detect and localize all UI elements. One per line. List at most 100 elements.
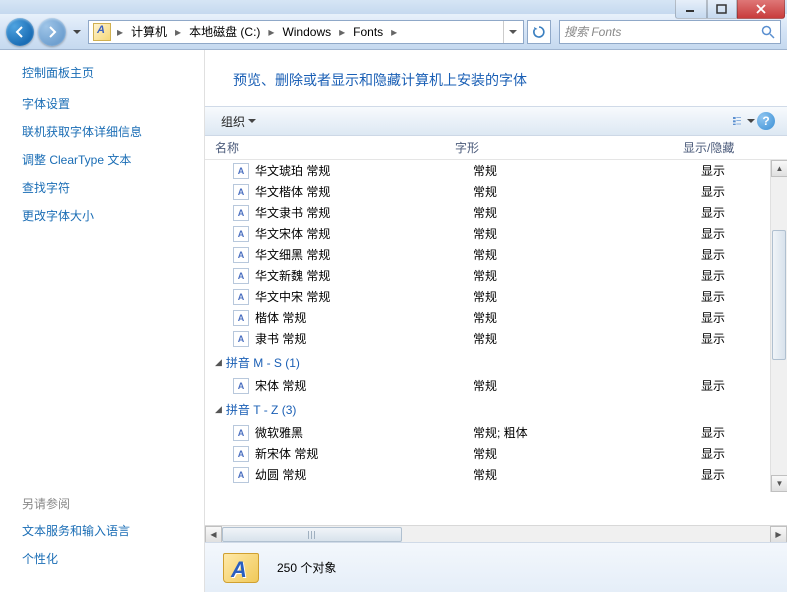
font-style: 常规 (473, 246, 701, 263)
scroll-right-button[interactable]: ▶ (770, 526, 787, 543)
font-style: 常规 (473, 162, 701, 179)
page-heading: 预览、删除或者显示和隐藏计算机上安装的字体 (205, 50, 787, 106)
fonts-folder-icon (93, 23, 111, 41)
navigation-bar: ▸ 计算机 ▸ 本地磁盘 (C:) ▸ Windows ▸ Fonts ▸ 搜索… (0, 14, 787, 50)
sidebar-link[interactable]: 查找字符 (22, 179, 204, 196)
font-style: 常规 (473, 288, 701, 305)
font-name: 隶书 常规 (255, 330, 473, 347)
font-file-icon (233, 378, 249, 394)
scroll-down-button[interactable]: ▼ (771, 475, 787, 492)
scroll-thumb[interactable] (222, 527, 402, 542)
font-style: 常规 (473, 377, 701, 394)
font-file-icon (233, 226, 249, 242)
list-item[interactable]: 华文中宋 常规 常规 显示 (205, 286, 787, 307)
list-item[interactable]: 华文楷体 常规 常规 显示 (205, 181, 787, 202)
font-style: 常规 (473, 204, 701, 221)
minimize-button[interactable] (675, 0, 707, 19)
scroll-thumb[interactable] (772, 230, 786, 360)
column-style[interactable]: 字形 (455, 139, 683, 156)
see-also-label: 另请参阅 (22, 495, 204, 512)
sidebar-link[interactable]: 个性化 (22, 550, 204, 567)
search-icon (760, 24, 776, 40)
font-name: 华文隶书 常规 (255, 204, 473, 221)
scroll-up-button[interactable]: ▲ (771, 160, 787, 177)
fonts-folder-large-icon: A (221, 549, 263, 587)
font-style: 常规 (473, 445, 701, 462)
help-button[interactable]: ? (755, 110, 777, 132)
organize-button[interactable]: 组织 (215, 110, 262, 133)
collapse-icon: ◢ (215, 404, 222, 415)
list-item[interactable]: 华文琥珀 常规 常规 显示 (205, 160, 787, 181)
scroll-left-button[interactable]: ◀ (205, 526, 222, 543)
forward-button[interactable] (38, 18, 66, 46)
group-header[interactable]: ◢拼音 M - S (1) (205, 349, 787, 375)
window-buttons (675, 0, 785, 19)
font-name: 华文宋体 常规 (255, 225, 473, 242)
breadcrumb-drive[interactable]: 本地磁盘 (C:) (183, 21, 266, 43)
list-item[interactable]: 新宋体 常规 常规 显示 (205, 443, 787, 464)
column-name[interactable]: 名称 (215, 139, 455, 156)
main-area: 控制面板主页 字体设置 联机获取字体详细信息 调整 ClearType 文本 查… (0, 50, 787, 592)
title-bar (0, 0, 787, 14)
font-style: 常规 (473, 330, 701, 347)
font-file-icon (233, 268, 249, 284)
chevron-right-icon[interactable]: ▸ (173, 25, 183, 39)
chevron-right-icon[interactable]: ▸ (337, 25, 347, 39)
list-item[interactable]: 华文隶书 常规 常规 显示 (205, 202, 787, 223)
vertical-scrollbar[interactable]: ▲ ▼ (770, 160, 787, 492)
search-placeholder: 搜索 Fonts (564, 23, 760, 40)
font-name: 宋体 常规 (255, 377, 473, 394)
breadcrumb-windows[interactable]: Windows (276, 21, 337, 43)
font-file-icon (233, 205, 249, 221)
font-file-icon (233, 425, 249, 441)
font-file-icon (233, 289, 249, 305)
list-item[interactable]: 微软雅黑 常规; 粗体 显示 (205, 422, 787, 443)
group-header[interactable]: ◢拼音 T - Z (3) (205, 396, 787, 422)
refresh-button[interactable] (527, 20, 551, 44)
close-button[interactable] (737, 0, 785, 19)
list-item[interactable]: 华文细黑 常规 常规 显示 (205, 244, 787, 265)
list-item[interactable]: 幼圆 常规 常规 显示 (205, 464, 787, 485)
sidebar-title[interactable]: 控制面板主页 (22, 64, 204, 81)
search-input[interactable]: 搜索 Fonts (559, 20, 781, 44)
font-name: 微软雅黑 (255, 424, 473, 441)
breadcrumb-fonts[interactable]: Fonts (347, 21, 389, 43)
font-file-icon (233, 331, 249, 347)
font-style: 常规 (473, 225, 701, 242)
address-dropdown[interactable] (503, 21, 521, 43)
chevron-right-icon[interactable]: ▸ (115, 25, 125, 39)
collapse-icon: ◢ (215, 357, 222, 368)
address-bar[interactable]: ▸ 计算机 ▸ 本地磁盘 (C:) ▸ Windows ▸ Fonts ▸ (88, 20, 524, 44)
font-name: 华文中宋 常规 (255, 288, 473, 305)
scroll-track[interactable] (222, 526, 770, 543)
list-item[interactable]: 楷体 常规 常规 显示 (205, 307, 787, 328)
font-style: 常规; 粗体 (473, 424, 701, 441)
content-area: 预览、删除或者显示和隐藏计算机上安装的字体 组织 ? 名称 字形 显示/隐藏 华… (205, 50, 787, 592)
sidebar: 控制面板主页 字体设置 联机获取字体详细信息 调整 ClearType 文本 查… (0, 50, 205, 592)
sidebar-link[interactable]: 调整 ClearType 文本 (22, 151, 204, 168)
list-item[interactable]: 华文新魏 常规 常规 显示 (205, 265, 787, 286)
toolbar: 组织 ? (205, 106, 787, 136)
font-list: 名称 字形 显示/隐藏 华文琥珀 常规 常规 显示 华文楷体 常规 常规 显示 … (205, 136, 787, 525)
font-style: 常规 (473, 466, 701, 483)
font-name: 华文琥珀 常规 (255, 162, 473, 179)
column-show[interactable]: 显示/隐藏 (683, 139, 787, 156)
sidebar-link[interactable]: 更改字体大小 (22, 207, 204, 224)
list-item[interactable]: 隶书 常规 常规 显示 (205, 328, 787, 349)
back-button[interactable] (6, 18, 34, 46)
chevron-right-icon[interactable]: ▸ (266, 25, 276, 39)
chevron-right-icon[interactable]: ▸ (389, 25, 399, 39)
history-dropdown[interactable] (70, 22, 84, 42)
sidebar-link[interactable]: 字体设置 (22, 95, 204, 112)
font-style: 常规 (473, 183, 701, 200)
breadcrumb-computer[interactable]: 计算机 (125, 21, 173, 43)
list-item[interactable]: 宋体 常规 常规 显示 (205, 375, 787, 396)
sidebar-link[interactable]: 文本服务和输入语言 (22, 522, 204, 539)
maximize-button[interactable] (707, 0, 737, 19)
view-options-button[interactable] (733, 110, 755, 132)
sidebar-link[interactable]: 联机获取字体详细信息 (22, 123, 204, 140)
font-name: 华文楷体 常规 (255, 183, 473, 200)
horizontal-scrollbar[interactable]: ◀ ▶ (205, 525, 787, 542)
list-body: 华文琥珀 常规 常规 显示 华文楷体 常规 常规 显示 华文隶书 常规 常规 显… (205, 160, 787, 492)
list-item[interactable]: 华文宋体 常规 常规 显示 (205, 223, 787, 244)
